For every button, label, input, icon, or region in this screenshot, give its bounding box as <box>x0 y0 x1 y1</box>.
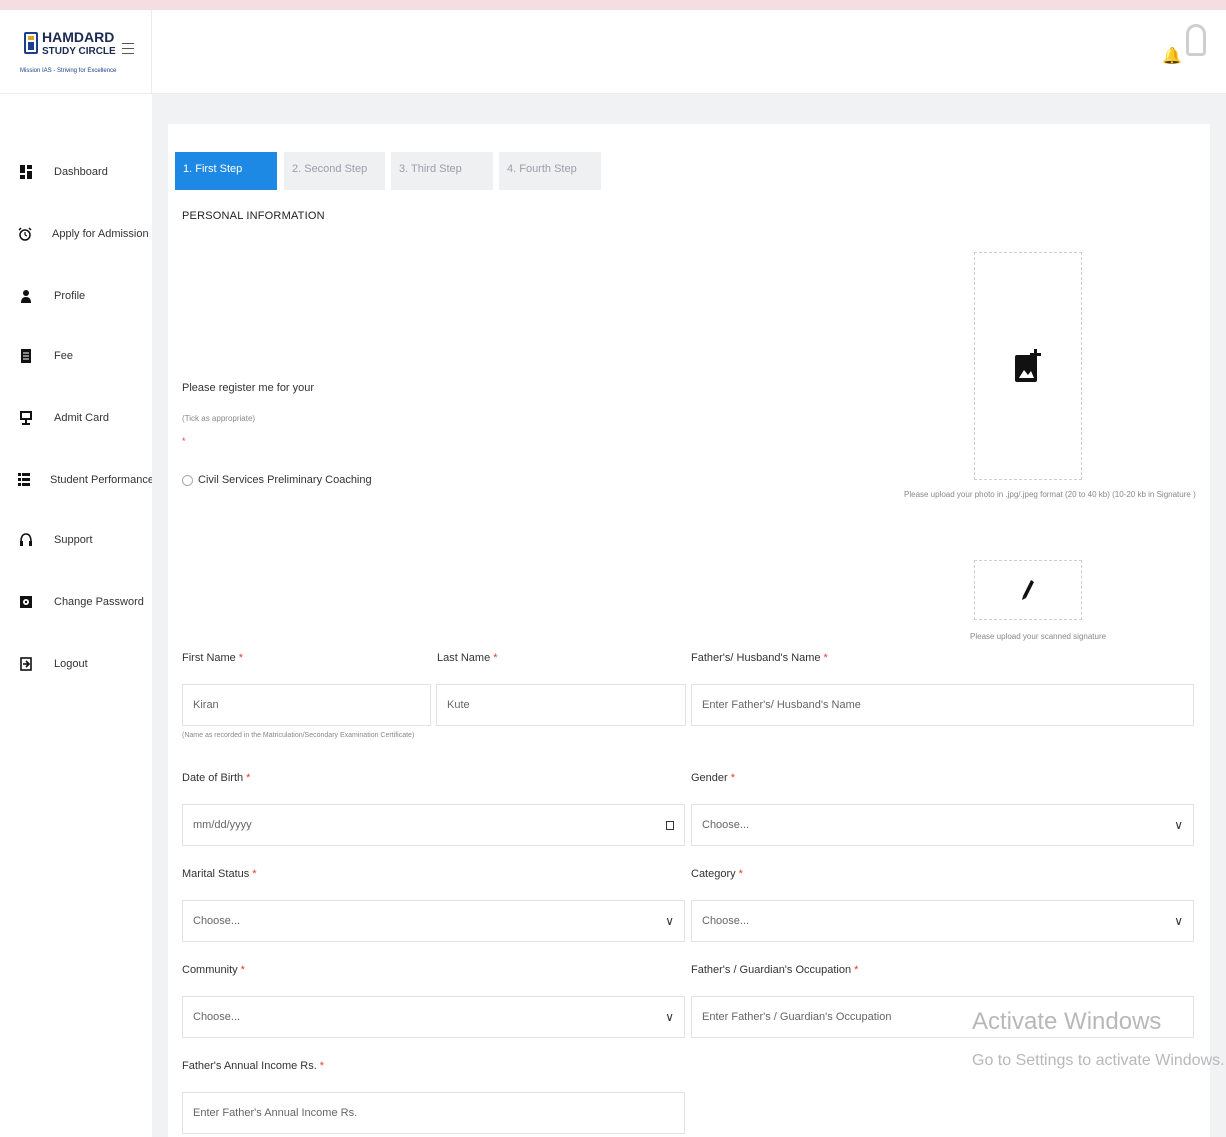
sidebar-item-label: Profile <box>54 290 86 302</box>
tab-second-step[interactable]: 2. Second Step <box>284 152 385 190</box>
first-name-field[interactable]: Kiran <box>182 684 431 726</box>
course-label: Civil Services Preliminary Coaching <box>198 474 372 486</box>
gender-label: Gender * <box>691 772 735 784</box>
settings-icon <box>18 594 34 610</box>
sidebar-item-label: Student Performance <box>50 474 154 486</box>
tab-first-step[interactable]: 1. First Step <box>175 152 277 190</box>
name-note: (Name as recorded in the Matriculation/S… <box>182 732 415 739</box>
brand-area: HAMDARD STUDY CIRCLE Mission IAS - Striv… <box>0 10 152 94</box>
income-field[interactable]: Enter Father's Annual Income Rs. <box>182 1092 685 1134</box>
chevron-down-icon: ∨ <box>665 1010 674 1024</box>
sidebar-item-support[interactable]: Support <box>18 528 148 552</box>
main-content: 1. First Step 2. Second Step 3. Third St… <box>152 94 1226 1137</box>
chevron-down-icon: ∨ <box>1174 914 1183 928</box>
sidebar-item-label: Change Password <box>54 596 144 608</box>
menu-toggle-icon[interactable] <box>122 43 134 55</box>
activate-windows-title: Activate Windows <box>972 1008 1162 1035</box>
logout-icon <box>18 656 34 672</box>
alarm-clock-icon <box>18 226 32 242</box>
marital-status-label: Marital Status * <box>182 868 257 880</box>
pencil-icon <box>1022 580 1034 600</box>
brand-subname: STUDY CIRCLE <box>42 46 116 57</box>
register-hint: (Tick as appropriate) <box>182 414 256 423</box>
sidebar-item-label: Apply for Admission <box>52 228 149 240</box>
register-label: Please register me for your <box>182 382 315 394</box>
first-name-label: First Name * <box>182 652 244 664</box>
sidebar-item-profile[interactable]: Profile <box>18 284 148 308</box>
sidebar-item-logout[interactable]: Logout <box>18 652 148 676</box>
community-select[interactable]: Choose... ∨ <box>182 996 685 1038</box>
brand-name: HAMDARD <box>42 29 115 45</box>
occupation-label: Father's / Guardian's Occupation * <box>691 964 859 976</box>
display-icon <box>18 410 34 426</box>
sidebar-item-label: Admit Card <box>54 412 110 424</box>
sidebar-item-label: Dashboard <box>54 166 108 178</box>
gender-select[interactable]: Choose... ∨ <box>691 804 1194 846</box>
father-name-field[interactable]: Enter Father's/ Husband's Name <box>691 684 1194 726</box>
user-avatar[interactable] <box>1186 24 1206 56</box>
bell-icon[interactable]: 🔔 <box>1162 48 1182 66</box>
dob-label: Date of Birth * <box>182 772 251 784</box>
section-title: PERSONAL INFORMATION <box>182 210 325 222</box>
sidebar-item-change-password[interactable]: Change Password <box>18 590 148 614</box>
income-label: Father's Annual Income Rs. * <box>182 1060 325 1072</box>
signature-upload[interactable] <box>974 560 1082 620</box>
dob-field[interactable]: mm/dd/yyyy <box>182 804 685 846</box>
photo-upload[interactable] <box>974 252 1082 480</box>
top-strip <box>0 0 1226 10</box>
headset-icon <box>18 532 34 548</box>
chevron-down-icon: ∨ <box>665 914 674 928</box>
receipt-icon <box>18 348 34 364</box>
chevron-down-icon: ∨ <box>1174 818 1183 832</box>
activate-windows-subtitle: Go to Settings to activate Windows. <box>972 1052 1225 1069</box>
form-card: 1. First Step 2. Second Step 3. Third St… <box>168 124 1210 1137</box>
marital-status-select[interactable]: Choose... ∨ <box>182 900 685 942</box>
category-select[interactable]: Choose... ∨ <box>691 900 1194 942</box>
top-header: 🔔 <box>152 10 1226 94</box>
photo-hint: Please upload your photo in .jpg/.jpeg f… <box>904 490 1196 499</box>
community-label: Community * <box>182 964 245 976</box>
sidebar-item-fee[interactable]: Fee <box>18 344 148 368</box>
sidebar-item-label: Logout <box>54 658 88 670</box>
tab-third-step[interactable]: 3. Third Step <box>391 152 493 190</box>
last-name-label: Last Name * <box>437 652 498 664</box>
sidebar: Dashboard Apply for Admission Profile Fe… <box>0 94 154 1137</box>
last-name-field[interactable]: Kute <box>436 684 686 726</box>
sidebar-item-performance[interactable]: Student Performance <box>18 468 154 492</box>
person-icon <box>18 288 34 304</box>
sidebar-item-label: Support <box>54 534 93 546</box>
brand-tagline: Mission IAS - Striving for Excellence <box>20 68 117 74</box>
father-name-label: Father's/ Husband's Name * <box>691 652 828 664</box>
calendar-icon[interactable] <box>666 820 674 830</box>
add-photo-icon <box>1015 349 1041 382</box>
course-option[interactable]: Civil Services Preliminary Coaching <box>182 474 372 486</box>
required-mark: * <box>182 436 186 446</box>
sidebar-item-admit-card[interactable]: Admit Card <box>18 406 148 430</box>
course-radio[interactable] <box>182 474 193 486</box>
sidebar-item-dashboard[interactable]: Dashboard <box>18 160 148 184</box>
tab-fourth-step[interactable]: 4. Fourth Step <box>499 152 601 190</box>
sidebar-item-label: Fee <box>54 350 73 362</box>
logo-icon <box>24 32 38 54</box>
category-label: Category * <box>691 868 743 880</box>
list-icon <box>18 472 30 488</box>
dashboard-icon <box>18 164 34 180</box>
signature-hint: Please upload your scanned signature <box>970 632 1107 641</box>
sidebar-item-apply[interactable]: Apply for Admission <box>18 222 149 246</box>
